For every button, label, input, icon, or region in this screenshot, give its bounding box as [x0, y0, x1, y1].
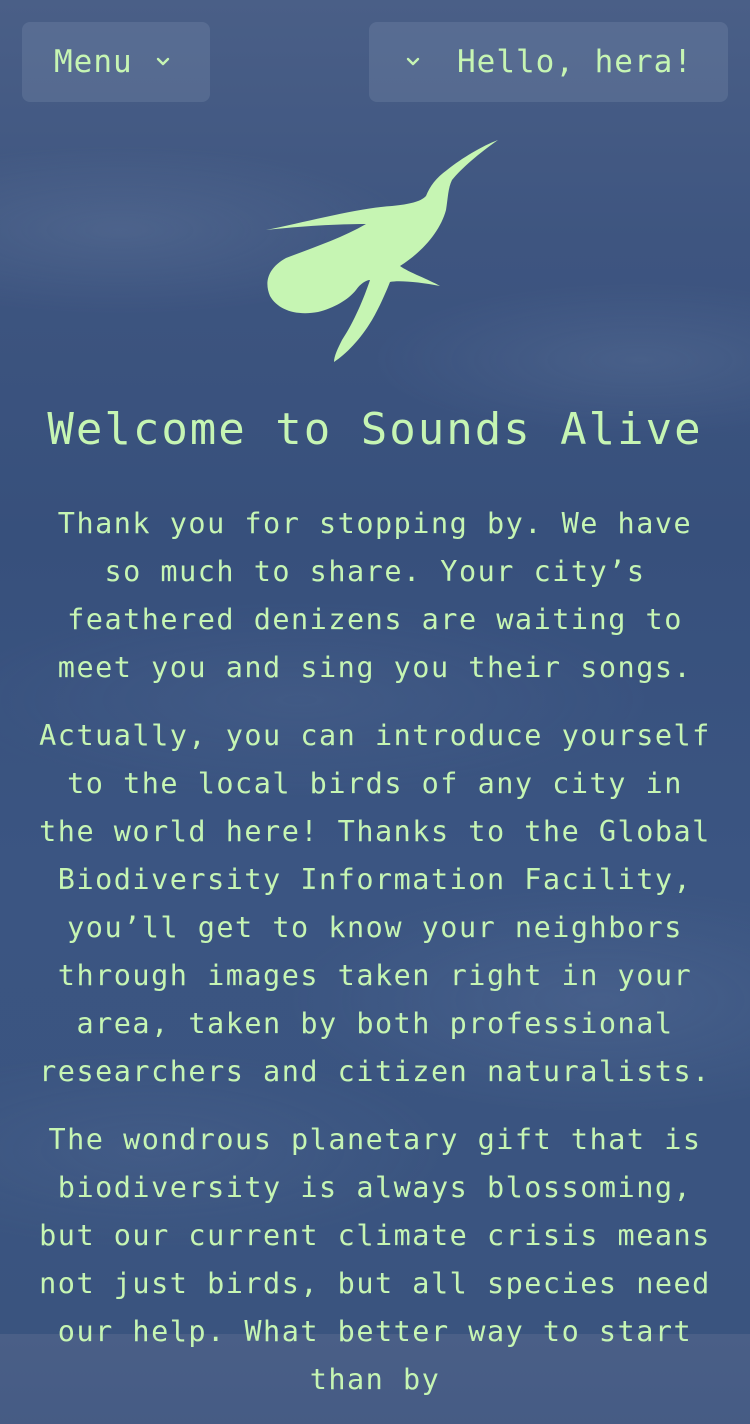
chevron-down-icon [156, 57, 169, 66]
intro-paragraph: Actually, you can introduce yourself to … [39, 719, 711, 1088]
hummingbird-icon [266, 140, 498, 362]
intro-text: Thank you for stopping by. We have so mu… [30, 500, 720, 1424]
top-bar: Menu Hello, hera! [22, 22, 728, 102]
page-title: Welcome to Sounds Alive [47, 404, 703, 455]
user-menu-button[interactable]: Hello, hera! [369, 22, 728, 102]
menu-label: Menu [54, 44, 133, 80]
user-greeting: Hello, hera! [457, 44, 693, 80]
menu-button[interactable]: Menu [22, 22, 210, 102]
intro-paragraph: Thank you for stopping by. We have so mu… [57, 507, 693, 684]
chevron-down-icon [406, 57, 420, 66]
intro-paragraph: The wondrous planetary gift that is biod… [39, 1123, 711, 1396]
